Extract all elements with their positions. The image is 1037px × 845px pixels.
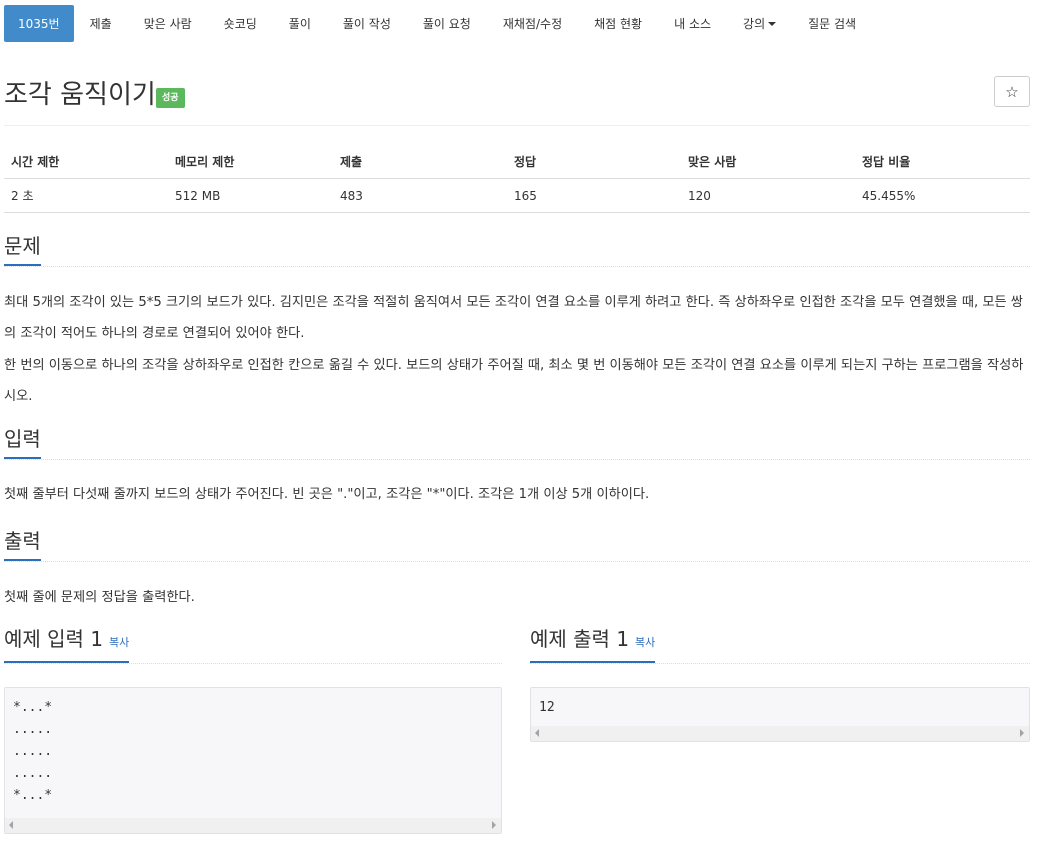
sample-output-text: 12 xyxy=(539,700,555,715)
tab-request-solution[interactable]: 풀이 요청 xyxy=(407,5,487,42)
value-memory-limit: 512 MB xyxy=(168,178,333,213)
value-accept-ratio: 45.455% xyxy=(855,178,1030,213)
tab-lecture-dropdown[interactable]: 강의 xyxy=(727,5,792,42)
tab-write-solution[interactable]: 풀이 작성 xyxy=(327,5,407,42)
sample-output-heading: 예제 출력 1 복사 xyxy=(530,627,656,663)
horizontal-scrollbar[interactable] xyxy=(531,726,1029,741)
problem-nav: 1035번 제출 맞은 사람 숏코딩 풀이 풀이 작성 풀이 요청 재채점/수정… xyxy=(4,5,872,42)
problem-info-table: 시간 제한 메모리 제한 제출 정답 맞은 사람 정답 비율 2 초 512 M… xyxy=(4,146,1030,213)
star-button[interactable]: ☆ xyxy=(994,76,1030,107)
output-title: 출력 xyxy=(4,529,41,561)
input-header: 입력 xyxy=(4,426,1030,460)
tab-rejudge[interactable]: 재채점/수정 xyxy=(487,5,578,42)
header-accepted-users: 맞은 사람 xyxy=(681,146,855,179)
value-accepted-users: 120 xyxy=(681,178,855,213)
sample-output-box: 12 xyxy=(530,687,1030,742)
tab-question-search[interactable]: 질문 검색 xyxy=(792,5,872,42)
input-description: 첫째 줄부터 다섯째 줄까지 보드의 상태가 주어진다. 빈 곳은 "."이고,… xyxy=(4,487,650,502)
header-accept-ratio: 정답 비율 xyxy=(855,146,1030,179)
tab-accepted-users[interactable]: 맞은 사람 xyxy=(128,5,208,42)
scroll-left-icon[interactable] xyxy=(535,729,539,737)
tab-lecture-label: 강의 xyxy=(743,17,766,31)
value-time-limit: 2 초 xyxy=(4,178,168,213)
header-accepted: 정답 xyxy=(507,146,681,179)
value-submissions: 483 xyxy=(333,178,507,213)
tab-status[interactable]: 채점 현황 xyxy=(578,5,658,42)
star-icon: ☆ xyxy=(1005,82,1019,101)
output-description: 첫째 줄에 문제의 정답을 출력한다. xyxy=(4,590,195,605)
table-row: 2 초 512 MB 483 165 120 45.455% xyxy=(4,178,1030,213)
sample-input-text: *...* ..... ..... ..... *...* xyxy=(13,700,53,803)
value-accepted: 165 xyxy=(507,178,681,213)
sample-output-header: 예제 출력 1 복사 xyxy=(530,627,1030,664)
tab-my-source[interactable]: 내 소스 xyxy=(658,5,727,42)
sample-input-heading: 예제 입력 1 복사 xyxy=(4,627,130,663)
tab-submit[interactable]: 제출 xyxy=(74,5,128,42)
description-header: 문제 xyxy=(4,233,1030,267)
header-submissions: 제출 xyxy=(333,146,507,179)
description-title: 문제 xyxy=(4,234,41,266)
sample-input-box: *...* ..... ..... ..... *...* xyxy=(4,687,502,834)
output-header: 출력 xyxy=(4,528,1030,562)
tab-problem-number[interactable]: 1035번 xyxy=(4,5,74,42)
description-paragraph-2: 한 번의 이동으로 하나의 조각을 상하좌우로 인접한 칸으로 옮길 수 있다.… xyxy=(4,358,1024,404)
header-memory-limit: 메모리 제한 xyxy=(168,146,333,179)
header-time-limit: 시간 제한 xyxy=(4,146,168,179)
table-header-row: 시간 제한 메모리 제한 제출 정답 맞은 사람 정답 비율 xyxy=(4,146,1030,179)
title-row: 조각 움직이기 성공 ☆ xyxy=(4,76,1030,126)
page-title: 조각 움직이기 xyxy=(4,80,156,110)
scroll-right-icon[interactable] xyxy=(492,821,496,829)
copy-sample-output-link[interactable]: 복사 xyxy=(635,636,655,649)
caret-down-icon xyxy=(768,21,777,26)
sample-input-title: 예제 입력 1 xyxy=(4,627,104,651)
scroll-left-icon[interactable] xyxy=(9,821,13,829)
horizontal-scrollbar[interactable] xyxy=(5,818,501,833)
description-paragraph-1: 최대 5개의 조각이 있는 5*5 크기의 보드가 있다. 김지민은 조각을 적… xyxy=(4,295,1023,341)
copy-sample-input-link[interactable]: 복사 xyxy=(109,636,129,649)
scroll-right-icon[interactable] xyxy=(1020,729,1024,737)
sample-output-title: 예제 출력 1 xyxy=(530,627,630,651)
sample-input-header: 예제 입력 1 복사 xyxy=(4,627,502,664)
tab-solutions[interactable]: 풀이 xyxy=(273,5,327,42)
tab-short-coding[interactable]: 숏코딩 xyxy=(208,5,273,42)
status-badge: 성공 xyxy=(156,88,185,108)
input-title: 입력 xyxy=(4,427,41,459)
